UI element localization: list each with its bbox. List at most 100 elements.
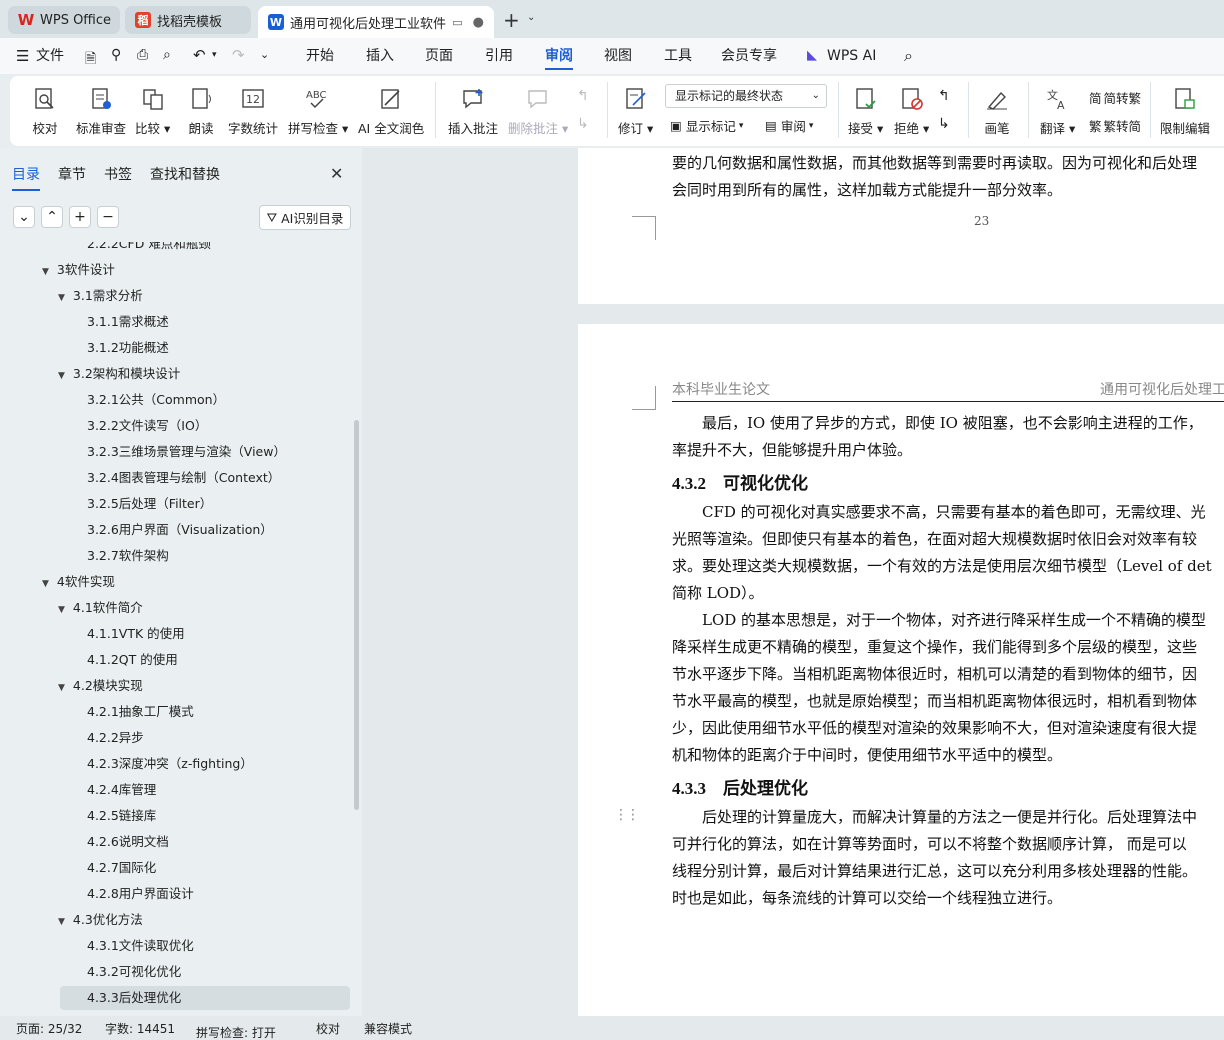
menu-home[interactable]: 开始 [306, 38, 334, 74]
reject-button[interactable]: 拒绝 ▾ [894, 80, 929, 140]
restrict-editing-button[interactable]: 限制编辑 [1160, 80, 1210, 140]
tab-toc[interactable]: 目录 [12, 164, 40, 191]
page-indicator[interactable]: 页面: 25/32 [16, 1020, 82, 1037]
toc-item[interactable]: ▼ 4软件实现 [42, 570, 115, 594]
new-tab-button[interactable]: + [503, 8, 520, 32]
menu-review[interactable]: 审阅 [545, 38, 573, 74]
hamburger-menu-icon[interactable]: ☰ [16, 47, 29, 65]
toc-item[interactable]: 3.2.3三维场景管理与渲染（View） [87, 440, 286, 464]
menu-page[interactable]: 页面 [425, 38, 453, 74]
expand-triangle-icon[interactable]: ▼ [58, 917, 65, 927]
previous-comment-icon[interactable]: ↰ [577, 88, 589, 104]
toc-item[interactable]: 3.2.6用户界面（Visualization） [87, 518, 273, 542]
toc-item[interactable]: 3.2.4图表管理与绘制（Context） [87, 466, 280, 490]
toc-item[interactable]: 3.2.1公共（Common） [87, 388, 225, 412]
menu-insert[interactable]: 插入 [366, 38, 394, 74]
menu-view[interactable]: 视图 [604, 38, 632, 74]
toc-item[interactable]: 4.2.3深度冲突（z-fighting） [87, 752, 253, 776]
previous-change-icon[interactable]: ↰ [938, 88, 950, 104]
next-change-icon[interactable]: ↳ [938, 116, 950, 132]
menu-tools[interactable]: 工具 [664, 38, 692, 74]
toc-item[interactable]: 4.2.5链接库 [87, 804, 156, 828]
expand-triangle-icon[interactable]: ▼ [58, 605, 65, 615]
insert-comment-button[interactable]: 插入批注 [448, 80, 498, 140]
menu-wps-ai[interactable]: WPS AI [827, 38, 876, 74]
monitor-icon[interactable]: ▭ [452, 16, 462, 29]
tab-chapters[interactable]: 章节 [58, 164, 86, 191]
toc-scrollbar[interactable] [354, 420, 359, 810]
toc-item[interactable]: 4.2.6说明文档 [87, 830, 169, 854]
display-markup-select[interactable]: 显示标记的最终状态 ⌄ [665, 84, 827, 108]
toc-item[interactable]: 3.1.2功能概述 [87, 336, 169, 360]
toc-item[interactable]: 4.2.7国际化 [87, 856, 156, 880]
next-comment-icon[interactable]: ↳ [577, 116, 589, 132]
pen-button[interactable]: 画笔 [984, 80, 1010, 140]
tab-docer-templates[interactable]: 稻 找稻壳模板 [125, 6, 251, 34]
word-count-button[interactable]: 12 字数统计 [228, 80, 278, 140]
print-icon[interactable]: ⎙ [137, 47, 148, 63]
toc-item[interactable]: 4.3.2可视化优化 [87, 960, 181, 984]
proofread-status[interactable]: 校对 [316, 1020, 340, 1037]
toc-item[interactable]: ▼ 3.2架构和模块设计 [58, 362, 180, 386]
translate-button[interactable]: 文A 翻译 ▾ [1040, 80, 1075, 140]
toc-item-selected[interactable]: 4.3.3后处理优化 [60, 986, 350, 1010]
toc-item[interactable]: 3.2.5后处理（Filter） [87, 492, 212, 516]
close-icon[interactable]: ✕ [330, 164, 343, 183]
expand-triangle-icon[interactable]: ▼ [42, 267, 49, 277]
expand-triangle-icon[interactable]: ▼ [42, 579, 49, 589]
menu-reference[interactable]: 引用 [485, 38, 513, 74]
toc-item[interactable]: 4.2.4库管理 [87, 778, 156, 802]
toc-item[interactable]: 3.2.2文件读写（IO） [87, 414, 207, 438]
simplified-to-traditional-button[interactable]: 简简转繁 [1089, 88, 1141, 107]
redo-icon[interactable]: ↷ [232, 46, 245, 64]
toc-item[interactable]: 4.1.1VTK 的使用 [87, 622, 185, 646]
track-changes-button[interactable]: 修订 ▾ [618, 80, 653, 140]
toc-item[interactable]: ▼ 4.2模块实现 [58, 674, 143, 698]
share-icon[interactable]: ⚲ [111, 47, 121, 63]
show-markup-button[interactable]: ▣ 显示标记 ▾ [670, 116, 743, 135]
add-heading-button[interactable]: + [69, 206, 91, 228]
undo-icon[interactable]: ↶ [193, 46, 206, 64]
delete-comment-button[interactable]: 删除批注 ▾ [508, 80, 568, 140]
expand-down-button[interactable]: ⌄ [13, 206, 35, 228]
toc-item[interactable]: ▼ 4.1软件简介 [58, 596, 143, 620]
drag-handle-icon[interactable]: ⋮⋮ [614, 807, 640, 823]
tab-list-chevron-icon[interactable]: ⌄ [527, 12, 535, 23]
word-count-indicator[interactable]: 字数: 14451 [105, 1020, 175, 1037]
print-preview-icon[interactable]: ⌕ [163, 47, 171, 63]
toc-item[interactable]: 3.1.1需求概述 [87, 310, 169, 334]
undo-chevron-icon[interactable]: ▾ [212, 50, 217, 60]
toc-item[interactable]: 4.1.2QT 的使用 [87, 648, 178, 672]
tab-wps-office[interactable]: W WPS Office [8, 6, 120, 34]
search-icon[interactable]: ⌕ [904, 46, 913, 66]
standard-review-button[interactable]: 标准审查 [76, 80, 126, 140]
remove-heading-button[interactable]: − [97, 206, 119, 228]
spell-check-button[interactable]: ABC 拼写检查 ▾ [288, 80, 348, 140]
toc-item[interactable]: 3.2.7软件架构 [87, 544, 169, 568]
menu-file[interactable]: 文件 [36, 38, 64, 74]
toc-item[interactable]: ▼ 3软件设计 [42, 258, 115, 282]
tab-current-document[interactable]: W 通用可视化后处理工业软件开 ▭ ● [258, 6, 494, 38]
expand-triangle-icon[interactable]: ▼ [58, 683, 65, 693]
save-icon[interactable]: 🗎 [85, 48, 96, 72]
read-aloud-button[interactable]: 朗读 [188, 80, 214, 140]
collapse-up-button[interactable]: ⌃ [41, 206, 63, 228]
compare-button[interactable]: 比较 ▾ [135, 80, 170, 140]
traditional-to-simplified-button[interactable]: 繁繁转简 [1089, 116, 1141, 135]
expand-triangle-icon[interactable]: ▼ [58, 293, 65, 303]
toc-item[interactable]: 4.2.8用户界面设计 [87, 882, 194, 906]
toc-item[interactable]: ▼ 3.1需求分析 [58, 284, 143, 308]
menu-membership[interactable]: 会员专享 [721, 38, 777, 74]
accept-button[interactable]: 接受 ▾ [848, 80, 883, 140]
expand-triangle-icon[interactable]: ▼ [58, 371, 65, 381]
tab-bookmarks[interactable]: 书签 [104, 164, 132, 191]
toc-item[interactable]: 4.3.1文件读取优化 [87, 934, 194, 958]
toc-item[interactable]: 2.2.2CFD 难点和瓶颈 [87, 242, 211, 256]
toc-item[interactable]: 4.2.2异步 [87, 726, 144, 750]
ai-polish-button[interactable]: AI 全文润色 [358, 80, 424, 140]
toc-item[interactable]: ▼ 4.3优化方法 [58, 908, 143, 932]
ai-recognize-toc-button[interactable]: ⛛ AI识别目录 [259, 205, 351, 230]
proofread-button[interactable]: 校对 [32, 80, 58, 140]
toc-item[interactable]: 4.2.1抽象工厂模式 [87, 700, 194, 724]
review-pane-button[interactable]: ▤ 审阅 ▾ [765, 116, 813, 135]
